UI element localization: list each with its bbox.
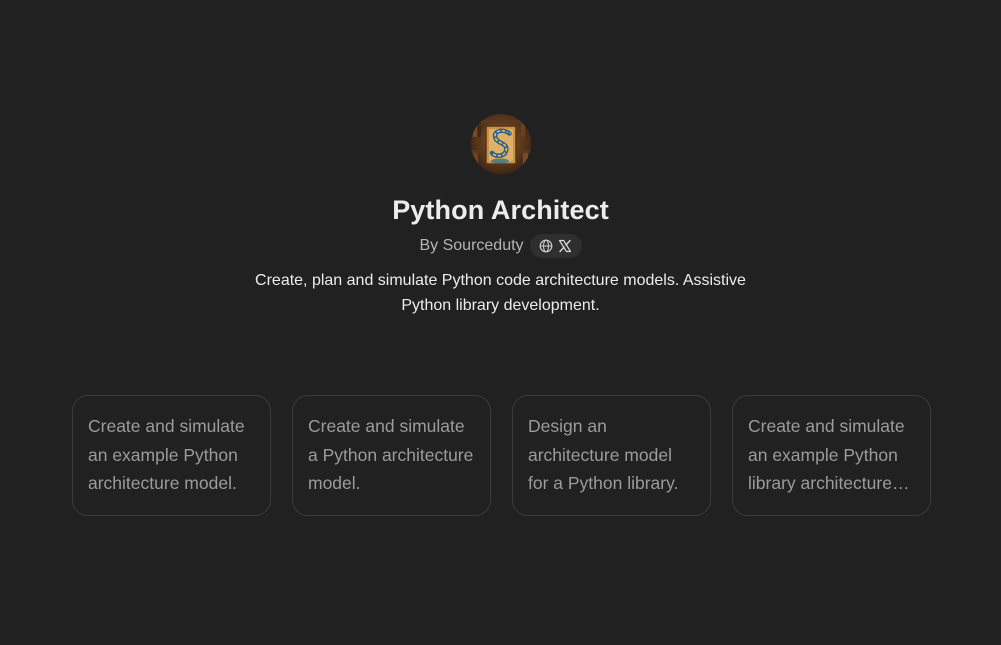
gpt-title: Python Architect [392, 195, 609, 225]
byline-prefix: By Sourceduty [419, 234, 523, 258]
conversation-starter-card[interactable]: Create and simulate a Python architectur… [292, 395, 491, 516]
starter-text: Create and simulate a Python architectur… [308, 416, 474, 493]
gpt-avatar [470, 114, 531, 174]
conversation-starter-card[interactable]: Design an architecture model for a Pytho… [512, 395, 711, 516]
conversation-starters: Create and simulate an example Python ar… [72, 395, 931, 516]
author-social-links [529, 234, 582, 258]
gpt-byline: By Sourceduty [419, 234, 582, 258]
by-prefix-text: By [419, 237, 439, 254]
python-snake-book-icon [470, 114, 531, 174]
gpt-profile-header: Python Architect By Sourceduty Create, p… [0, 114, 1001, 318]
gpt-landing-page: Python Architect By Sourceduty Create, p… [0, 0, 1001, 645]
conversation-starter-card[interactable]: Create and simulate an example Python ar… [72, 395, 271, 516]
conversation-starter-card[interactable]: Create and simulate an example Python li… [732, 395, 931, 516]
gpt-description: Create, plan and simulate Python code ar… [255, 272, 746, 314]
author-name: Sourceduty [442, 237, 524, 254]
starter-text: Design an architecture model for a Pytho… [528, 416, 679, 493]
starter-text: Create and simulate an example Python ar… [88, 416, 245, 493]
starter-text: Create and simulate an example Python li… [748, 416, 905, 493]
x-logo-icon[interactable] [558, 239, 572, 253]
globe-icon[interactable] [539, 239, 553, 253]
